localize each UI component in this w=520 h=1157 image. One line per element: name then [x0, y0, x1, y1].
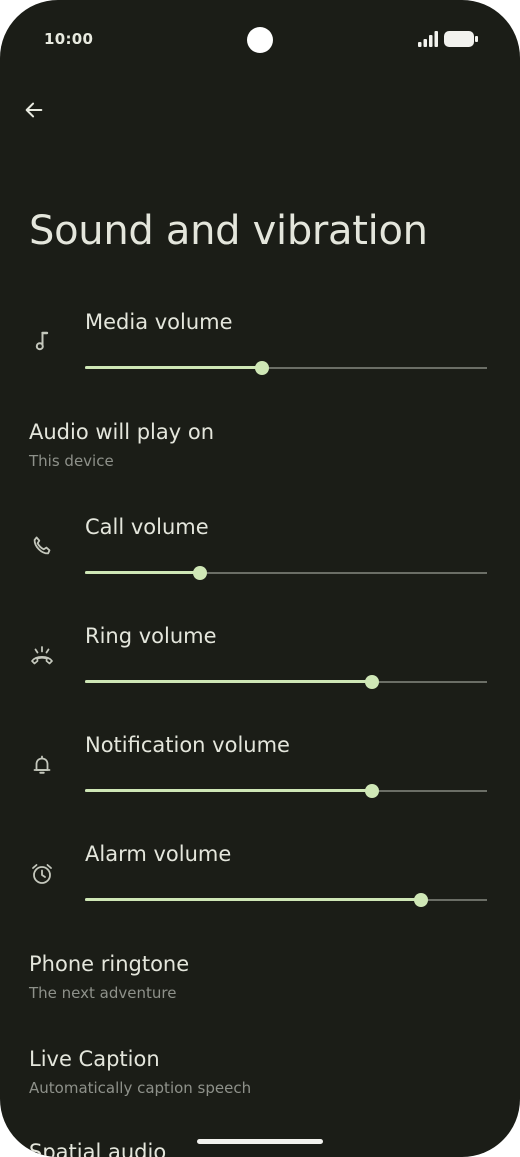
music-note-icon [28, 327, 56, 355]
slider-thumb[interactable] [365, 675, 380, 689]
bell-icon [28, 751, 56, 779]
status-icons [418, 31, 478, 47]
spatial-audio-title: Spatial audio [29, 1140, 167, 1157]
audio-output-summary: This device [29, 452, 114, 470]
slider-fill [85, 898, 421, 901]
status-time: 10:00 [44, 30, 94, 48]
slider-fill [85, 680, 373, 683]
slider-thumb[interactable] [413, 893, 428, 907]
ring-volume-slider[interactable] [85, 672, 487, 692]
ring-volume-icon [28, 641, 56, 669]
live-caption-title: Live Caption [29, 1047, 160, 1071]
arrow-back-icon [23, 99, 45, 121]
phone-screen: 10:00 Sound and vibration Media volume A… [0, 0, 520, 1157]
battery-full-icon [444, 31, 478, 47]
slider-fill [85, 571, 200, 574]
page-title: Sound and vibration [29, 208, 428, 254]
status-bar: 10:00 [0, 0, 520, 80]
phone-ringtone-summary: The next adventure [29, 984, 177, 1002]
slider-thumb[interactable] [254, 361, 269, 375]
notification-volume-slider[interactable] [85, 781, 487, 801]
alarm-volume-slider[interactable] [85, 890, 487, 910]
slider-thumb[interactable] [365, 784, 380, 798]
cellular-signal-icon [418, 31, 440, 47]
slider-fill [85, 366, 262, 369]
gesture-navigation-handle[interactable] [197, 1139, 323, 1144]
phone-ringtone-title: Phone ringtone [29, 952, 190, 976]
call-volume-label: Call volume [85, 515, 209, 539]
media-volume-label: Media volume [85, 310, 233, 334]
ring-volume-label: Ring volume [85, 624, 217, 648]
slider-fill [85, 789, 373, 792]
phone-icon [28, 532, 56, 560]
alarm-volume-label: Alarm volume [85, 842, 232, 866]
front-camera [247, 27, 273, 53]
slider-thumb[interactable] [192, 566, 207, 580]
alarm-clock-icon [28, 860, 56, 888]
back-button[interactable] [16, 92, 52, 128]
audio-output-title: Audio will play on [29, 420, 215, 444]
notification-volume-label: Notification volume [85, 733, 290, 757]
call-volume-slider[interactable] [85, 563, 487, 583]
media-volume-slider[interactable] [85, 358, 487, 378]
live-caption-summary: Automatically caption speech [29, 1079, 252, 1097]
